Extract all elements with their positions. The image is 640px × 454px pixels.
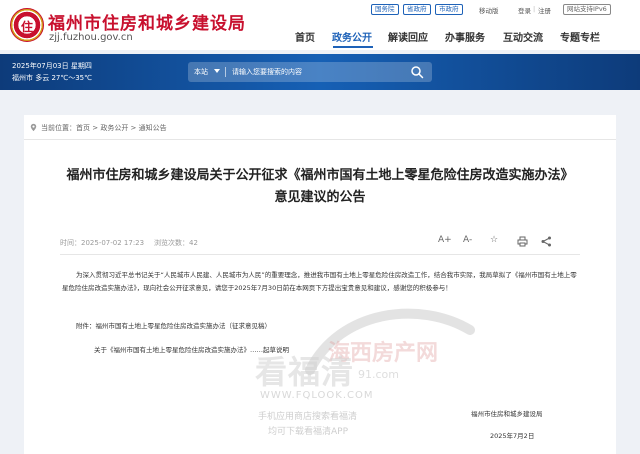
breadcrumb-separator: > — [90, 124, 101, 132]
search-icon[interactable] — [410, 65, 424, 79]
chevron-down-icon[interactable] — [214, 69, 220, 73]
site-title[interactable]: 福州市住房和城乡建设局 — [48, 9, 246, 34]
breadcrumb-home[interactable]: 首页 — [76, 124, 90, 132]
publish-time-label: 时间： — [60, 239, 81, 247]
nav-home[interactable]: 首页 — [295, 29, 315, 45]
ipv6-badge: 网站支持IPv6 — [563, 4, 611, 15]
nav-interpretation[interactable]: 解读回应 — [388, 29, 428, 45]
watermark-line1: 手机应用商店搜索看福清 — [258, 412, 358, 422]
breadcrumb-label: 当前位置： — [41, 124, 76, 132]
breadcrumb: 当前位置：首页 > 政务公开 > 通知公告 — [41, 123, 167, 133]
national-portal-link[interactable]: 国务院 — [371, 4, 399, 15]
search-divider — [225, 67, 226, 77]
nav-special-topics[interactable]: 专题专栏 — [560, 29, 600, 45]
publish-time-value: 2025-07-02 17:23 — [81, 239, 145, 247]
city-portal-link[interactable]: 市政府 — [435, 4, 463, 15]
publish-time: 时间：2025-07-02 17:23 — [60, 238, 144, 248]
share-icon[interactable] — [541, 236, 552, 247]
nav-gov-affairs[interactable]: 政务公开 — [332, 29, 372, 45]
view-count-value: 42 — [189, 239, 198, 247]
breadcrumb-separator: > — [128, 124, 139, 132]
watermark-brand: 看福清 — [255, 353, 355, 391]
search-input[interactable] — [232, 64, 402, 80]
attachment-link[interactable]: 福州市国有土地上零星危险住房改造实施办法（征求意见稿） — [96, 322, 272, 330]
breadcrumb-gov-affairs[interactable]: 政务公开 — [100, 124, 128, 132]
content-card: 当前位置：首页 > 政务公开 > 通知公告 福州市住房和城乡建设局关于公开征求《… — [24, 115, 616, 454]
font-increase-button[interactable]: A+ — [438, 235, 452, 245]
mobile-version-link[interactable]: 移动版 — [479, 5, 499, 15]
weather-info: 福州市 多云 27℃～35℃ — [12, 74, 92, 82]
attachment-label: 附件： — [76, 322, 96, 330]
attachment-line: 附件：福州市国有土地上零星危险住房改造实施办法（征求意见稿） — [76, 320, 271, 330]
site-header: 住 福州市住房和城乡建设局 zjj.fuzhou.gov.cn 国务院 省政府 … — [0, 0, 640, 50]
location-icon — [30, 123, 37, 132]
signature: 福州市住房和城乡建设局 — [471, 410, 543, 418]
provincial-portal-link[interactable]: 省政府 — [403, 4, 431, 15]
active-nav-indicator — [333, 46, 373, 48]
logo-glyph: 住 — [20, 20, 33, 34]
link-separator: | — [533, 5, 536, 13]
banner: 2025年07月03日 星期四 福州市 多云 27℃～35℃ 本站 — [0, 54, 640, 90]
watermark-url: WWW.FQLOOK.COM — [260, 390, 374, 401]
nav-interaction[interactable]: 互动交流 — [503, 29, 543, 45]
site-logo[interactable]: 住 — [10, 8, 44, 42]
login-link[interactable]: 登录 — [518, 5, 531, 15]
view-count: 浏览次数：42 — [154, 238, 198, 248]
view-count-label: 浏览次数： — [154, 239, 189, 247]
search-bar: 本站 — [188, 62, 432, 82]
article-paragraph: 为深入贯彻习近平总书记关于“人民城市人民建、人民城市为人民”的重要理念，推进我市… — [62, 271, 577, 292]
watermark-line2: 均可下载看福清APP — [268, 427, 349, 437]
search-scope-select[interactable]: 本站 — [194, 62, 208, 82]
watermark-domain-small: 91.com — [358, 368, 399, 381]
signature-date: 2025年7月2日 — [490, 432, 535, 440]
breadcrumb-divider — [24, 139, 616, 140]
font-decrease-button[interactable]: A- — [463, 235, 472, 245]
print-icon[interactable] — [517, 236, 528, 247]
current-date: 2025年07月03日 星期四 — [12, 62, 92, 70]
register-link[interactable]: 注册 — [538, 5, 551, 15]
nav-services[interactable]: 办事服务 — [445, 29, 485, 45]
breadcrumb-notices[interactable]: 通知公告 — [139, 124, 167, 132]
meta-divider — [60, 254, 580, 255]
site-domain: zjj.fuzhou.gov.cn — [49, 32, 133, 43]
article-title: 福州市住房和城乡建设局关于公开征求《福州市国有土地上零星危险住房改造实施办法》意… — [66, 168, 574, 205]
favorite-icon[interactable]: ☆ — [490, 235, 498, 245]
